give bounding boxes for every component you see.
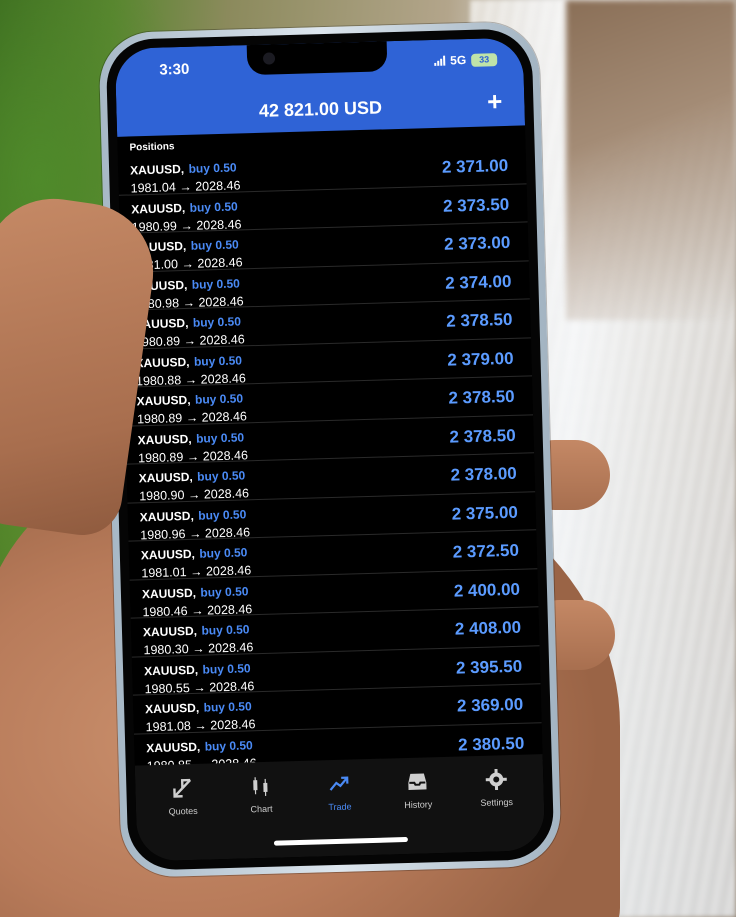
position-symbol: XAUUSD, bbox=[141, 585, 197, 601]
position-side: buy 0.50 bbox=[196, 468, 246, 484]
position-profit: 2 373.50 bbox=[442, 194, 510, 216]
position-symbol: XAUUSD, bbox=[135, 354, 190, 370]
position-side: buy 0.50 bbox=[188, 160, 237, 176]
status-indicators: 5G 33 bbox=[434, 52, 498, 68]
position-symbol: XAUUSD, bbox=[140, 546, 196, 563]
position-side: buy 0.50 bbox=[194, 391, 244, 407]
bottom-tab-bar: Quotes Chart Trade History Settings bbox=[134, 754, 546, 862]
tab-label: Quotes bbox=[168, 805, 198, 817]
position-side: buy 0.50 bbox=[192, 314, 242, 330]
positions-list: XAUUSD, buy 0.50 1981.04 → 2028.46 2 371.0… bbox=[117, 145, 543, 773]
position-profit: 2 395.50 bbox=[455, 656, 523, 678]
add-order-button[interactable]: + bbox=[487, 86, 503, 116]
position-side: buy 0.50 bbox=[198, 506, 247, 523]
position-profit: 2 373.00 bbox=[443, 232, 511, 254]
position-side: buy 0.50 bbox=[189, 198, 238, 215]
position-symbol: XAUUSD, bbox=[142, 623, 198, 640]
position-profit: 2 378.50 bbox=[449, 425, 516, 447]
position-profit: 2 400.00 bbox=[453, 579, 521, 601]
account-balance: 42 821.00 USD bbox=[258, 97, 383, 121]
tab-label: Settings bbox=[480, 797, 514, 808]
phone-bezel: 3:30 5G 33 42 821.00 USD + Positions XAU… bbox=[105, 28, 555, 871]
position-symbol: XAUUSD, bbox=[146, 739, 201, 755]
position-profit: 2 369.00 bbox=[456, 694, 524, 716]
position-side: buy 0.50 bbox=[193, 352, 243, 369]
position-symbol: XAUUSD, bbox=[136, 392, 191, 409]
tab-label: Chart bbox=[250, 803, 273, 815]
position-side: buy 0.50 bbox=[204, 737, 253, 754]
position-side: buy 0.50 bbox=[190, 237, 239, 253]
position-profit: 2 378.50 bbox=[446, 309, 513, 331]
position-side: buy 0.50 bbox=[195, 429, 245, 446]
position-profit: 2 372.50 bbox=[452, 540, 520, 562]
chart-icon bbox=[249, 774, 274, 805]
tab-quotes[interactable]: Quotes bbox=[152, 775, 214, 861]
positions-heading: Positions bbox=[129, 141, 175, 154]
position-profit: 2 374.00 bbox=[444, 271, 512, 293]
network-label: 5G bbox=[449, 53, 467, 68]
position-symbol: XAUUSD, bbox=[137, 431, 192, 447]
position-side: buy 0.50 bbox=[203, 699, 252, 715]
tab-label: History bbox=[404, 799, 433, 811]
position-side: buy 0.50 bbox=[201, 622, 250, 638]
position-profit: 2 375.00 bbox=[451, 502, 519, 524]
phone: 3:30 5G 33 42 821.00 USD + Positions XAU… bbox=[98, 21, 562, 878]
position-symbol: XAUUSD, bbox=[144, 700, 200, 717]
quotes-icon bbox=[170, 776, 195, 807]
tab-settings[interactable]: Settings bbox=[466, 767, 528, 853]
position-profit: 2 371.00 bbox=[441, 155, 509, 177]
position-side: buy 0.50 bbox=[202, 660, 251, 677]
position-profit: 2 380.50 bbox=[457, 733, 525, 755]
history-icon bbox=[405, 769, 430, 800]
position-symbol: XAUUSD, bbox=[129, 161, 185, 178]
rock-background bbox=[566, 0, 736, 320]
header-bar: 3:30 5G 33 42 821.00 USD + bbox=[114, 37, 526, 137]
position-symbol: XAUUSD, bbox=[131, 200, 186, 216]
tab-label: Trade bbox=[328, 801, 352, 813]
tab-chart[interactable]: Chart bbox=[231, 773, 293, 859]
position-side: buy 0.50 bbox=[191, 275, 241, 292]
signal-icon bbox=[434, 55, 446, 66]
position-profit: 2 408.00 bbox=[454, 617, 522, 639]
position-symbol: XAUUSD, bbox=[143, 662, 199, 678]
position-side: buy 0.50 bbox=[199, 545, 248, 561]
battery-icon: 33 bbox=[470, 52, 498, 67]
trade-icon bbox=[327, 772, 352, 803]
camera-icon bbox=[262, 52, 276, 65]
status-time: 3:30 bbox=[159, 60, 190, 79]
position-profit: 2 378.50 bbox=[448, 386, 515, 408]
position-symbol: XAUUSD, bbox=[139, 508, 194, 524]
phone-screen: 3:30 5G 33 42 821.00 USD + Positions XAU… bbox=[114, 37, 546, 862]
settings-icon bbox=[484, 767, 509, 798]
position-profit: 2 379.00 bbox=[447, 348, 514, 370]
position-profit: 2 378.00 bbox=[450, 463, 518, 485]
notch bbox=[246, 41, 388, 76]
position-symbol: XAUUSD, bbox=[138, 469, 193, 486]
position-side: buy 0.50 bbox=[200, 583, 249, 600]
